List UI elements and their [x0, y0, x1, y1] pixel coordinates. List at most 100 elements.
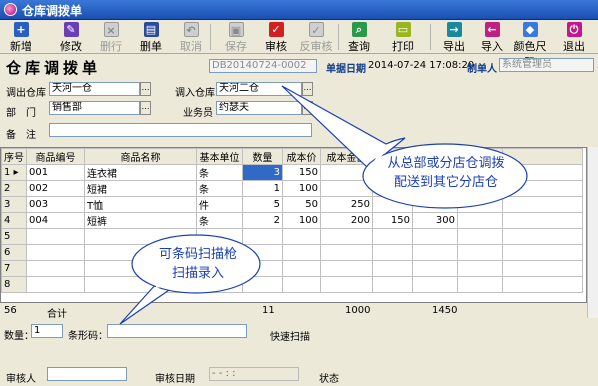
table-cell[interactable] — [457, 228, 503, 245]
row-number-cell: 5 — [1, 228, 27, 245]
table-cell[interactable]: 003 — [26, 196, 85, 213]
totals-extra: 1450 — [432, 305, 458, 316]
toolbar-button-delete-row[interactable]: × 删行 — [92, 21, 130, 53]
column-header[interactable]: 商品名称 — [84, 148, 197, 165]
toolbar-label: 修改 — [60, 40, 82, 53]
toolbar-button-undo[interactable]: ↶ 取消 — [172, 21, 210, 53]
table-cell[interactable] — [282, 228, 321, 245]
table-cell[interactable]: 100 — [282, 212, 321, 229]
table-cell[interactable] — [502, 260, 583, 277]
table-cell[interactable]: T恤 — [84, 196, 197, 213]
department-picker-button[interactable]: … — [140, 101, 151, 115]
table-cell[interactable] — [412, 260, 458, 277]
totals-amount: 1000 — [345, 305, 371, 316]
toolbar-button-import[interactable]: ← 导入 — [474, 21, 510, 53]
table-cell[interactable]: 条 — [196, 164, 243, 181]
table-cell[interactable] — [412, 244, 458, 261]
department-field[interactable]: 销售部 — [49, 101, 140, 115]
toolbar-label: 反审核 — [299, 40, 333, 53]
toolbar-label: 取消 — [180, 40, 202, 53]
in-warehouse-label: 调入仓库 — [175, 88, 215, 99]
table-cell[interactable] — [457, 212, 503, 229]
toolbar-button-print[interactable]: ▭ 打印 — [380, 21, 426, 53]
table-cell[interactable] — [502, 244, 583, 261]
table-cell[interactable] — [412, 228, 458, 245]
app-icon — [4, 3, 17, 16]
table-cell[interactable] — [282, 276, 321, 293]
toolbar-button-search[interactable]: ⌕ 查询 — [340, 21, 378, 53]
out-warehouse-label: 调出仓库 — [6, 88, 46, 99]
table-cell[interactable] — [26, 276, 85, 293]
toolbar-button-add[interactable]: + 新增 — [2, 21, 40, 53]
toolbar-button-exit[interactable]: ⏻ 退出 — [555, 21, 593, 53]
table-cell[interactable] — [372, 244, 413, 261]
doc-number-field: DB20140724-0002 — [209, 59, 317, 73]
table-cell[interactable] — [372, 260, 413, 277]
table-cell[interactable] — [26, 244, 85, 261]
table-cell[interactable] — [320, 244, 373, 261]
table-cell[interactable]: 200 — [320, 212, 373, 229]
table-cell[interactable]: 条 — [196, 212, 243, 229]
quick-scan-button[interactable]: 快速扫描 — [270, 328, 310, 343]
table-cell[interactable] — [372, 228, 413, 245]
table-row[interactable]: 7 — [1, 260, 583, 277]
toolbar-button-delete-doc[interactable]: ▤ 删单 — [132, 21, 170, 53]
toolbar-label: 审核 — [265, 40, 287, 53]
audit-date-label: 审核日期 — [155, 374, 195, 385]
table-cell[interactable] — [372, 276, 413, 293]
table-row[interactable]: 8 — [1, 276, 583, 293]
table-cell[interactable] — [457, 244, 503, 261]
toolbar-button-color-size[interactable]: ◆颜色尺码 — [510, 21, 550, 69]
color-size-icon: ◆ — [522, 22, 538, 37]
table-cell[interactable] — [26, 260, 85, 277]
table-cell[interactable]: 条 — [196, 180, 243, 197]
table-cell[interactable] — [457, 260, 503, 277]
audit-date-field: - - : : — [209, 367, 299, 381]
toolbar-button-check[interactable]: ✓ 审核 — [257, 21, 295, 53]
table-cell[interactable] — [502, 212, 583, 229]
column-header[interactable]: 序号 — [1, 148, 27, 165]
table-cell[interactable] — [502, 228, 583, 245]
table-row[interactable]: 6 — [1, 244, 583, 261]
undo-icon: ↶ — [183, 22, 199, 37]
toolbar-button-save[interactable]: ▣ 保存 — [217, 21, 255, 53]
table-cell[interactable]: 短裤 — [84, 212, 197, 229]
out-warehouse-field[interactable]: 天河一仓 — [49, 82, 140, 96]
column-header[interactable]: 商品编号 — [26, 148, 85, 165]
table-cell[interactable]: 2 — [242, 212, 283, 229]
auditor-label: 审核人 — [6, 374, 36, 385]
table-cell[interactable] — [457, 276, 503, 293]
table-cell[interactable]: 002 — [26, 180, 85, 197]
out-warehouse-picker-button[interactable]: … — [140, 82, 151, 96]
staff-label: 业务员 — [183, 108, 213, 119]
table-cell[interactable] — [26, 228, 85, 245]
column-header[interactable]: 基本单位 — [196, 148, 243, 165]
table-cell[interactable] — [282, 260, 321, 277]
table-cell[interactable]: 短裙 — [84, 180, 197, 197]
quantity-field[interactable]: 1 — [31, 324, 63, 338]
edit-icon: ✎ — [63, 22, 79, 37]
transfer-callout-text: 从总部或分店仓调拨 配送到其它分店仓 — [387, 156, 505, 190]
table-row[interactable]: 5 — [1, 228, 583, 245]
title-bar: 仓库调拨单 — [0, 0, 598, 20]
table-cell[interactable]: 连衣裙 — [84, 164, 197, 181]
table-cell[interactable]: 001 — [26, 164, 85, 181]
table-row[interactable]: 4 004 短裤条 2 100 200 150 300 — [1, 212, 583, 229]
table-cell[interactable] — [502, 276, 583, 293]
table-cell[interactable] — [320, 228, 373, 245]
status-label: 状态 — [319, 374, 339, 385]
table-cell[interactable]: 件 — [196, 196, 243, 213]
table-cell[interactable]: 150 — [372, 212, 413, 229]
table-cell[interactable] — [412, 276, 458, 293]
grid-scrollbar[interactable] — [587, 147, 598, 318]
table-cell[interactable]: 300 — [412, 212, 458, 229]
table-cell[interactable] — [320, 276, 373, 293]
toolbar-button-edit[interactable]: ✎ 修改 — [52, 21, 90, 53]
page-title: 仓库调拨单 — [6, 59, 102, 77]
window-title: 仓库调拨单 — [22, 4, 83, 18]
table-cell[interactable] — [282, 244, 321, 261]
table-cell[interactable] — [320, 260, 373, 277]
table-cell[interactable]: 004 — [26, 212, 85, 229]
toolbar-button-uncheck[interactable]: ✓ 反审核 — [296, 21, 336, 53]
toolbar-button-export[interactable]: → 导出 — [436, 21, 472, 53]
